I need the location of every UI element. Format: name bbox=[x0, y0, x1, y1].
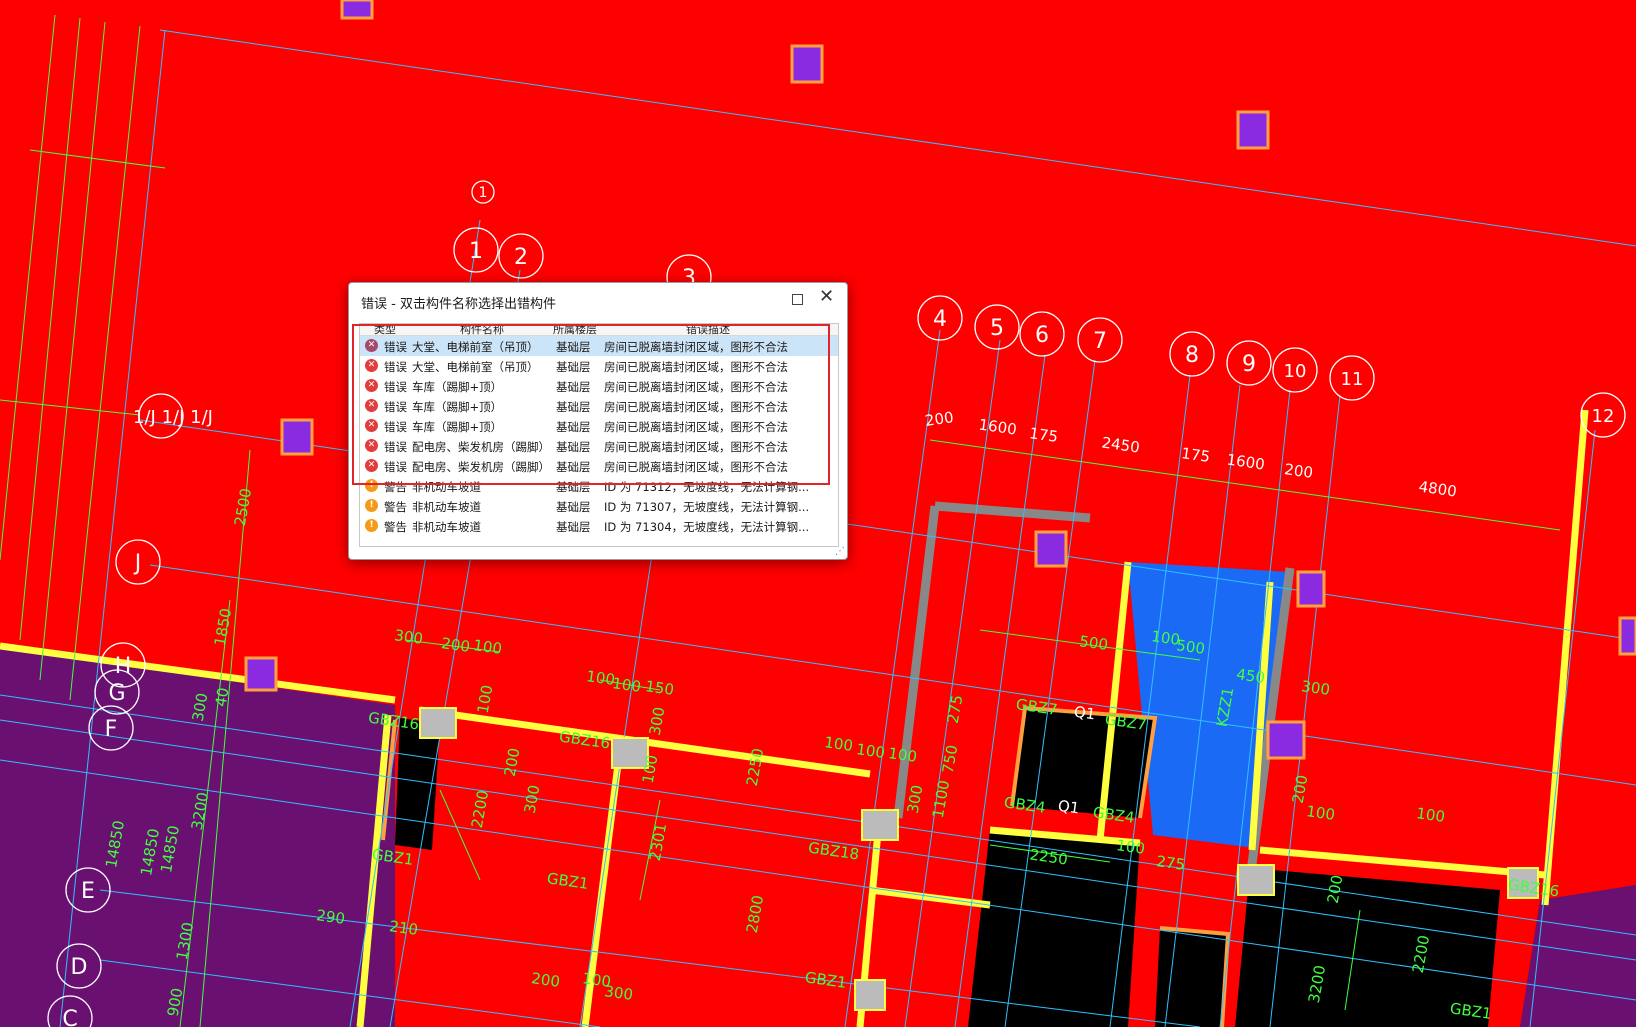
error-highlight-box bbox=[352, 324, 830, 485]
axis-number: 1 bbox=[479, 185, 488, 201]
dimension-number: 1600 bbox=[978, 415, 1018, 438]
dimension-number: 300 bbox=[904, 783, 927, 814]
element-label: GBZ1 bbox=[804, 968, 848, 992]
warning-icon: ! bbox=[365, 499, 378, 512]
dimension-number: 200 bbox=[1289, 773, 1312, 804]
dimension-number: 100 bbox=[1305, 802, 1336, 824]
dimension-number: 2500 bbox=[231, 487, 255, 528]
dimension-number: 300 bbox=[1300, 677, 1331, 699]
element-label: GBZ16 bbox=[558, 728, 611, 753]
table-row[interactable]: ! 警告 非机动车坡道 基础层 ID 为 71307，无坡度线，无法计算钢... bbox=[360, 496, 838, 516]
axis-number: 8 bbox=[1185, 343, 1199, 368]
close-icon[interactable]: ✕ bbox=[819, 286, 834, 307]
axis-number: 2 bbox=[514, 245, 528, 270]
axis-number: 6 bbox=[1035, 323, 1049, 348]
cell-name[interactable]: 非机动车坡道 bbox=[412, 499, 481, 515]
axis-letter: G bbox=[108, 681, 125, 706]
dimension-number: 200 bbox=[501, 746, 524, 777]
axis-letter: H bbox=[115, 654, 132, 679]
axis-number: 4 bbox=[933, 307, 947, 332]
resize-grip-icon[interactable]: ⋰ bbox=[835, 546, 845, 557]
dimension-number: 2800 bbox=[743, 894, 767, 935]
maximize-icon[interactable] bbox=[792, 294, 803, 305]
dimension-number: 2450 bbox=[1101, 433, 1141, 456]
dimension-number: 150 bbox=[644, 677, 675, 699]
dimension-number: 2200 bbox=[468, 789, 492, 830]
dimension-number: 300 bbox=[393, 626, 424, 648]
axis-number: 5 bbox=[990, 316, 1004, 341]
axis-number: 12 bbox=[1592, 406, 1615, 427]
axis-text-1j: 1/J 1/J 1/J bbox=[133, 407, 213, 428]
dialog-title: 错误 - 双击构件名称选择出错构件 bbox=[361, 297, 556, 312]
dimension-number: 200 bbox=[924, 408, 955, 430]
dimension-number: 1100 bbox=[929, 779, 953, 820]
warning-icon: ! bbox=[365, 519, 378, 532]
dimension-number: 100 bbox=[474, 683, 497, 714]
axis-letter: C bbox=[62, 1007, 77, 1027]
dimension-number: 275 bbox=[1155, 852, 1186, 874]
element-label: Q1 bbox=[1073, 703, 1097, 724]
cell-name[interactable]: 非机动车坡道 bbox=[412, 519, 481, 535]
dialog-titlebar[interactable]: 错误 - 双击构件名称选择出错构件 ✕ bbox=[349, 283, 847, 317]
axis-number: 11 bbox=[1341, 369, 1364, 390]
dimension-number: 200 bbox=[530, 969, 561, 991]
axis-number: 1 bbox=[469, 239, 483, 264]
axis-number: 10 bbox=[1284, 361, 1307, 382]
cell-desc: ID 为 71307，无坡度线，无法计算钢... bbox=[604, 500, 810, 514]
cell-floor: 基础层 bbox=[556, 500, 591, 514]
dimension-number: 4800 bbox=[1418, 477, 1458, 500]
axis-letter: J bbox=[133, 551, 142, 576]
dimension-number: 300 bbox=[646, 705, 669, 736]
dimension-number: 1600 bbox=[1226, 450, 1266, 473]
dimension-number: 200 bbox=[1283, 460, 1314, 482]
dimension-number: 2250 bbox=[743, 747, 767, 788]
dimension-number: 100 bbox=[611, 674, 642, 696]
dimension-number: 100 bbox=[887, 744, 918, 766]
black-room-5 bbox=[1155, 928, 1228, 1027]
dimension-number: 750 bbox=[939, 743, 962, 774]
element-label: Q1 bbox=[1057, 797, 1081, 818]
dimension-number: 100 bbox=[472, 636, 503, 658]
cell-floor: 基础层 bbox=[556, 520, 591, 534]
dimension-number: 2301 bbox=[646, 822, 670, 863]
dimension-number: 40 bbox=[212, 686, 233, 708]
dimension-number: 100 bbox=[823, 733, 854, 755]
cell-type: 警告 bbox=[384, 520, 407, 534]
axis-number: 7 bbox=[1093, 329, 1107, 354]
dimension-number: 100 bbox=[855, 740, 886, 762]
dimension-number: 1850 bbox=[211, 607, 235, 648]
dimension-number: 200 bbox=[440, 634, 471, 656]
axis-letter: D bbox=[71, 955, 88, 980]
cell-desc: ID 为 71304，无坡度线，无法计算钢... bbox=[604, 520, 810, 534]
dimension-number: 300 bbox=[521, 783, 544, 814]
cell-type: 警告 bbox=[384, 500, 407, 514]
dimension-number: 100 bbox=[1415, 804, 1446, 826]
table-row[interactable]: ! 警告 非机动车坡道 基础层 ID 为 71304，无坡度线，无法计算钢... bbox=[360, 516, 838, 536]
axis-letter: F bbox=[105, 717, 118, 742]
dimension-number: 275 bbox=[944, 693, 967, 724]
axis-letter: E bbox=[81, 879, 95, 904]
axis-number: 9 bbox=[1242, 352, 1256, 377]
dimension-number: 100 bbox=[639, 753, 662, 784]
element-label: GBZ1 bbox=[546, 869, 590, 893]
dimension-number: 500 bbox=[1078, 632, 1109, 654]
dimension-number: 175 bbox=[1180, 444, 1211, 466]
element-label: GBZ18 bbox=[807, 839, 860, 864]
